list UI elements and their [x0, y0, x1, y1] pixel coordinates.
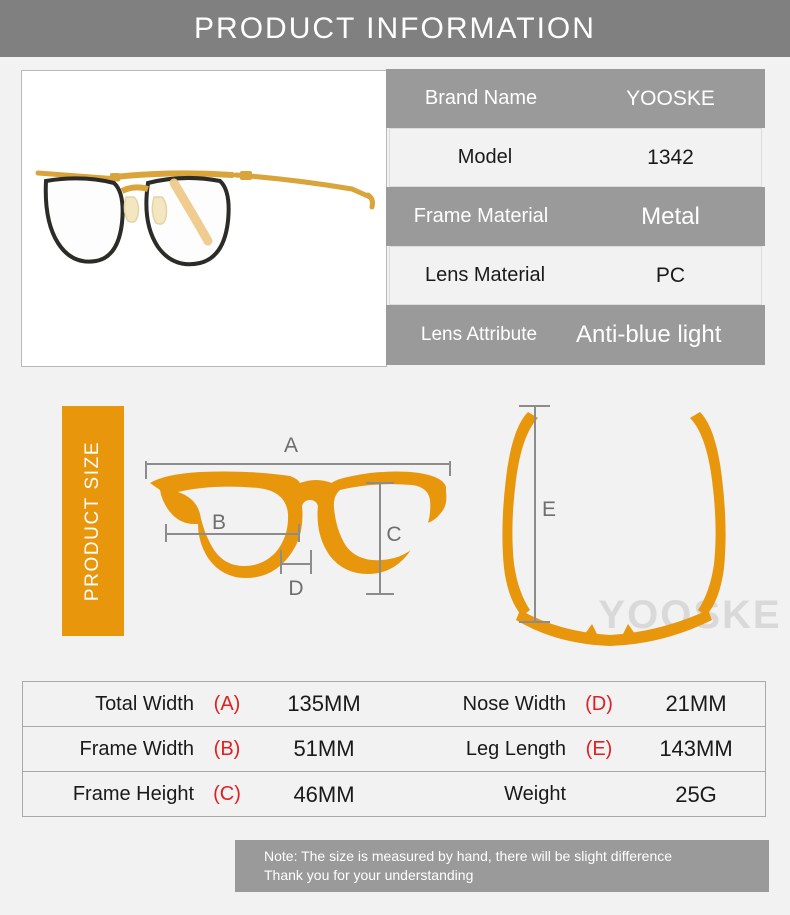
measurement-code: (E) — [585, 737, 613, 760]
note-line-1: Note: The size is measured by hand, ther… — [264, 848, 673, 864]
page-title: PRODUCT INFORMATION — [194, 11, 596, 45]
spec-value: 1342 — [647, 145, 694, 169]
measurement-name: Leg Length — [465, 737, 566, 760]
spec-value: Anti-blue light — [576, 321, 722, 348]
product-overview-section: Brand Name YOOSKE Model 1342 Frame Mater… — [0, 57, 790, 382]
spec-row: Brand Name YOOSKE — [386, 69, 765, 128]
measurement-name: Frame Width — [79, 737, 194, 760]
front-dimension-label-C: C — [386, 523, 401, 546]
measurement-code — [573, 772, 625, 817]
spec-label: Brand Name — [424, 87, 538, 109]
measurement-name: Weight — [504, 783, 566, 805]
front-dimension-label-A: A — [284, 434, 298, 457]
top-dimension-label-E: E — [542, 498, 556, 521]
spec-row: Lens Material PC — [389, 246, 762, 305]
spec-value: Metal — [641, 202, 700, 230]
specification-table: Brand Name YOOSKE Model 1342 Frame Mater… — [386, 69, 765, 366]
front-dimension-label-B: B — [212, 511, 226, 534]
note-line-2: Thank you for your understanding — [264, 867, 474, 883]
measurement-code: (D) — [585, 692, 613, 715]
page-header: PRODUCT INFORMATION — [0, 0, 790, 57]
spec-value: YOOSKE — [626, 86, 715, 110]
measurement-value: 51MM — [293, 736, 355, 761]
spec-row: Frame Material Metal — [386, 187, 765, 246]
measurement-value: 25G — [675, 781, 717, 807]
size-disclaimer-note: Note: The size is measured by hand, ther… — [235, 840, 769, 892]
front-view-diagram: A B C D — [145, 434, 451, 600]
table-row: Frame Width (B) 51MM Leg Length (E) 143M… — [23, 727, 765, 772]
measurement-code: (B) — [213, 737, 241, 760]
measurement-value: 46MM — [293, 781, 355, 807]
product-photo — [21, 70, 387, 367]
top-view-diagram: YOOSKE E — [502, 405, 780, 646]
product-size-section: PRODUCT SIZE A B C D YOOSKE E — [0, 388, 790, 666]
measurement-value: 21MM — [665, 691, 727, 716]
measurement-name: Frame Height — [72, 783, 194, 805]
spec-row: Lens Attribute Anti-blue light — [386, 305, 765, 365]
spec-label: Frame Material — [413, 205, 549, 227]
measurement-name: Nose Width — [462, 692, 566, 715]
spec-row: Model 1342 — [389, 128, 762, 187]
measurement-name: Total Width — [95, 692, 194, 715]
front-dimension-label-D: D — [288, 577, 303, 600]
size-diagrams: A B C D YOOSKE E — [145, 405, 780, 646]
spec-label: Lens Material — [424, 264, 546, 286]
measurement-table: Total Width (A) 135MM Nose Width (D) 21M… — [22, 681, 766, 817]
spec-value: PC — [655, 263, 686, 287]
measurement-value: 143MM — [659, 736, 733, 761]
table-row: Total Width (A) 135MM Nose Width (D) 21M… — [23, 682, 765, 727]
measurement-code: (C) — [213, 783, 241, 805]
measurement-value: 135MM — [287, 691, 361, 716]
table-row: Frame Height (C) 46MM Weight 25G — [23, 772, 765, 817]
spec-label: Model — [457, 146, 513, 168]
spec-label: Lens Attribute — [420, 324, 538, 345]
measurement-code: (A) — [213, 692, 241, 715]
